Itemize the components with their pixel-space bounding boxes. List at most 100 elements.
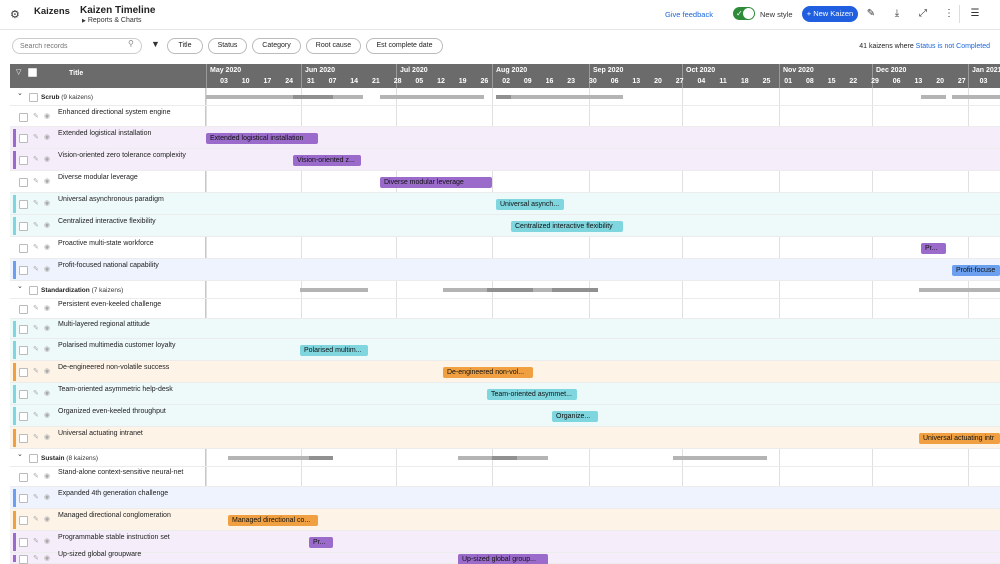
timeline-bar[interactable]: De-engineered non-vol...: [443, 367, 533, 378]
eye-icon[interactable]: ◉: [44, 537, 50, 545]
filter-chip-est-complete-date[interactable]: Est complete date: [366, 38, 443, 54]
more-icon[interactable]: ⋮: [943, 8, 955, 19]
expand-icon[interactable]: ⤢: [917, 8, 929, 19]
edit-icon[interactable]: ✎: [865, 8, 877, 19]
search-icon[interactable]: ⚲: [128, 39, 134, 48]
kaizen-row[interactable]: ✎ ◉ Extended logistical installation: [10, 127, 1000, 149]
kaizen-row[interactable]: ✎ ◉ Centralized interactive flexibility: [10, 215, 1000, 237]
pencil-icon[interactable]: ✎: [33, 389, 39, 397]
timeline-bar[interactable]: Universal actuating intr: [919, 433, 1000, 444]
kaizen-row[interactable]: ✎ ◉ Vision-oriented zero tolerance complex…: [10, 149, 1000, 171]
group-checkbox[interactable]: [29, 454, 38, 463]
kaizen-title[interactable]: Diverse modular leverage: [58, 174, 138, 181]
eye-icon[interactable]: ◉: [44, 389, 50, 397]
kaizen-title[interactable]: Expanded 4th generation challenge: [58, 490, 168, 497]
chevron-down-icon[interactable]: ⌄: [17, 282, 23, 290]
kaizen-title[interactable]: Organized even-keeled throughput: [58, 408, 166, 415]
pencil-icon[interactable]: ✎: [33, 537, 39, 545]
kaizen-row[interactable]: ✎ ◉ Enhanced directional system engine: [10, 106, 1000, 127]
timeline-bar[interactable]: Diverse modular leverage: [380, 177, 492, 188]
eye-icon[interactable]: ◉: [44, 155, 50, 163]
kaizen-title[interactable]: Enhanced directional system engine: [58, 109, 170, 116]
row-checkbox[interactable]: [19, 390, 28, 399]
pencil-icon[interactable]: ✎: [33, 199, 39, 207]
eye-icon[interactable]: ◉: [44, 345, 50, 353]
eye-icon[interactable]: ◉: [44, 304, 50, 312]
settings-sliders-icon[interactable]: ☰: [969, 8, 981, 19]
app-name[interactable]: Kaizens: [34, 6, 70, 17]
kaizen-title[interactable]: Stand-alone context-sensitive neural-net: [58, 469, 183, 476]
kaizen-title[interactable]: Managed directional conglomeration: [58, 512, 171, 519]
eye-icon[interactable]: ◉: [44, 324, 50, 332]
chevron-down-icon[interactable]: ⌄: [17, 450, 23, 458]
pencil-icon[interactable]: ✎: [33, 133, 39, 141]
row-checkbox[interactable]: [19, 434, 28, 443]
timeline-bar[interactable]: Up-sized global group...: [458, 554, 548, 564]
pencil-icon[interactable]: ✎: [33, 433, 39, 441]
row-checkbox[interactable]: [19, 473, 28, 482]
kaizen-title[interactable]: Profit-focused national capability: [58, 262, 159, 269]
row-checkbox[interactable]: [19, 368, 28, 377]
gear-icon[interactable]: ⚙: [10, 8, 20, 21]
pencil-icon[interactable]: ✎: [33, 411, 39, 419]
row-checkbox[interactable]: [19, 156, 28, 165]
row-checkbox[interactable]: [19, 305, 28, 314]
timeline-bar[interactable]: Team-oriented asymmet...: [487, 389, 577, 400]
pencil-icon[interactable]: ✎: [33, 243, 39, 251]
kaizen-title[interactable]: Persistent even-keeled challenge: [58, 301, 161, 308]
row-checkbox[interactable]: [19, 494, 28, 503]
filter-chip-root-cause[interactable]: Root cause: [306, 38, 361, 54]
pencil-icon[interactable]: ✎: [33, 304, 39, 312]
kaizen-title[interactable]: Team-oriented asymmetric help-desk: [58, 386, 173, 393]
pencil-icon[interactable]: ✎: [33, 515, 39, 523]
pencil-icon[interactable]: ✎: [33, 345, 39, 353]
title-column-header[interactable]: Title: [69, 70, 83, 77]
kaizen-row[interactable]: ✎ ◉ Persistent even-keeled challenge: [10, 299, 1000, 319]
kaizen-row[interactable]: ✎ ◉ Programmable stable instruction set: [10, 531, 1000, 553]
kaizen-title[interactable]: Centralized interactive flexibility: [58, 218, 156, 225]
kaizen-row[interactable]: ✎ ◉ Polarised multimedia customer loyalty: [10, 339, 1000, 361]
breadcrumb[interactable]: ▶ Reports & Charts: [82, 17, 142, 24]
kaizen-title[interactable]: Up-sized global groupware: [58, 551, 141, 558]
pencil-icon[interactable]: ✎: [33, 177, 39, 185]
eye-icon[interactable]: ◉: [44, 265, 50, 273]
kaizen-title[interactable]: Extended logistical installation: [58, 130, 151, 137]
give-feedback-link[interactable]: Give feedback: [665, 10, 713, 19]
pencil-icon[interactable]: ✎: [33, 367, 39, 375]
kaizen-title[interactable]: Programmable stable instruction set: [58, 534, 170, 541]
summary-filter-link[interactable]: Status is not Completed: [916, 43, 990, 50]
new-style-toggle[interactable]: ✓: [733, 7, 755, 20]
group-checkbox[interactable]: [29, 93, 38, 102]
row-checkbox[interactable]: [19, 178, 28, 187]
kaizen-title[interactable]: Multi-layered regional attitude: [58, 321, 150, 328]
pencil-icon[interactable]: ✎: [33, 554, 39, 562]
filter-chip-title[interactable]: Title: [167, 38, 203, 54]
row-checkbox[interactable]: [19, 555, 28, 564]
kaizen-row[interactable]: ✎ ◉ Profit-focused national capability: [10, 259, 1000, 281]
timeline-bar[interactable]: Managed directional co...: [228, 515, 318, 526]
pencil-icon[interactable]: ✎: [33, 112, 39, 120]
timeline-bar[interactable]: Universal asynch...: [496, 199, 564, 210]
download-icon[interactable]: ⤓: [891, 8, 903, 19]
timeline-bar[interactable]: Pr...: [309, 537, 333, 548]
row-checkbox[interactable]: [19, 266, 28, 275]
kaizen-row[interactable]: ✎ ◉ Managed directional conglomeration: [10, 509, 1000, 531]
row-checkbox[interactable]: [19, 325, 28, 334]
eye-icon[interactable]: ◉: [44, 493, 50, 501]
chevron-down-icon[interactable]: ⌄: [17, 89, 23, 97]
eye-icon[interactable]: ◉: [44, 221, 50, 229]
kaizen-title[interactable]: Proactive multi-state workforce: [58, 240, 154, 247]
kaizen-row[interactable]: ✎ ◉ Universal actuating intranet: [10, 427, 1000, 449]
kaizen-row[interactable]: ✎ ◉ Stand-alone context-sensitive neural-n…: [10, 467, 1000, 487]
eye-icon[interactable]: ◉: [44, 177, 50, 185]
timeline-bar[interactable]: Polarised multim...: [300, 345, 368, 356]
row-checkbox[interactable]: [19, 346, 28, 355]
timeline-bar[interactable]: Profit-focuse: [952, 265, 1000, 276]
timeline-bar[interactable]: Pr...: [921, 243, 946, 254]
kaizen-title[interactable]: De-engineered non-volatile success: [58, 364, 169, 371]
filter-icon[interactable]: ▼: [151, 39, 160, 49]
row-checkbox[interactable]: [19, 113, 28, 122]
row-checkbox[interactable]: [19, 200, 28, 209]
kaizen-title[interactable]: Vision-oriented zero tolerance complexit…: [58, 152, 186, 159]
pencil-icon[interactable]: ✎: [33, 265, 39, 273]
